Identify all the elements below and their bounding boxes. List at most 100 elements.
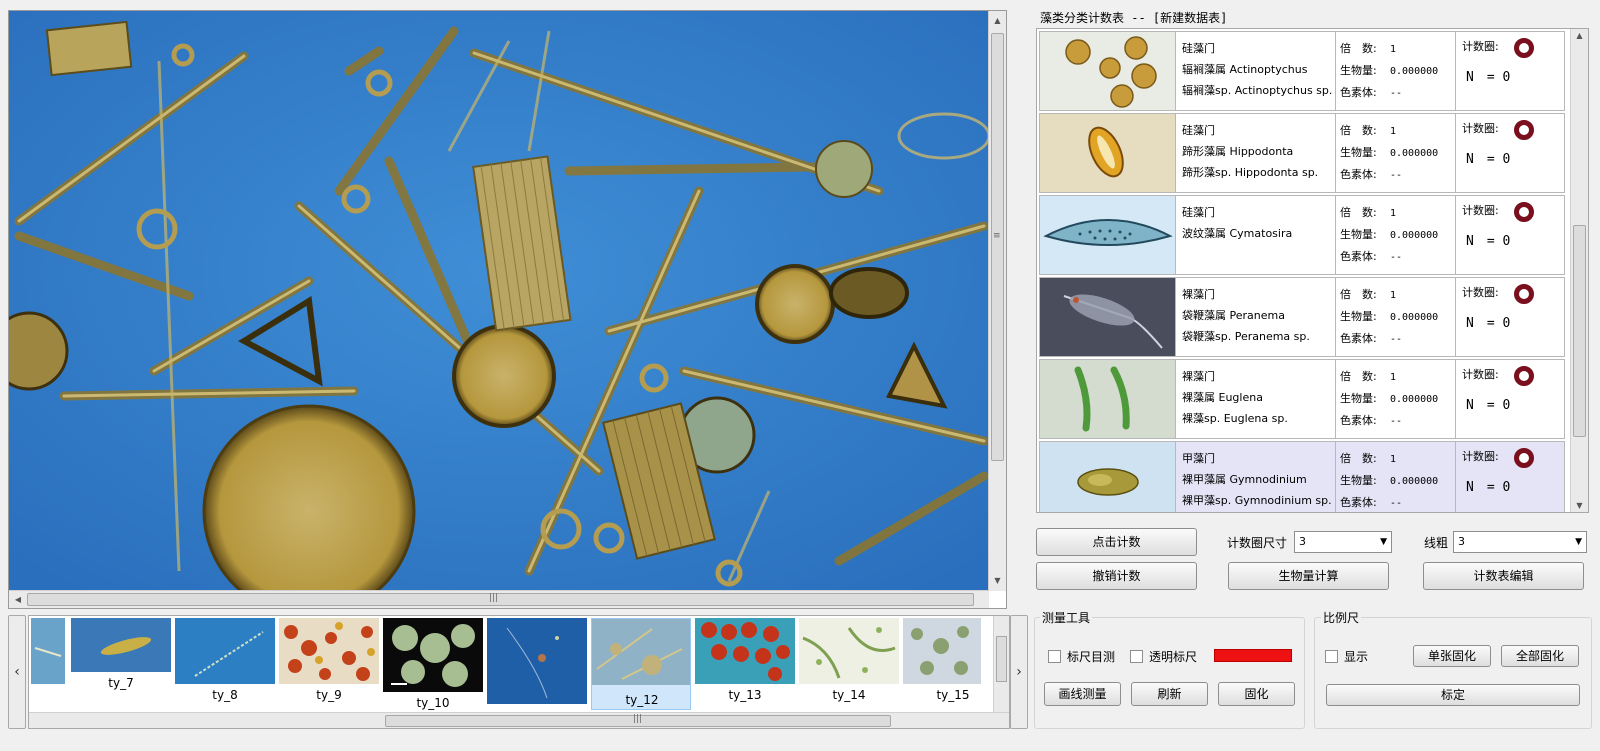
count-ring-icon[interactable] — [1514, 284, 1534, 304]
biomass-calc-button[interactable]: 生物量计算 — [1228, 562, 1389, 590]
factor-label: 倍 数: — [1340, 124, 1377, 137]
scale-bar-group — [1314, 617, 1592, 729]
ring-size-select[interactable]: 3 ▼ — [1294, 531, 1392, 553]
thumbnail-item[interactable] — [487, 618, 587, 710]
thumbnail-item[interactable]: ty_10 — [383, 618, 483, 710]
count-ring-label: 计数圈: — [1462, 204, 1499, 217]
scroll-left-icon[interactable]: ◀ — [11, 591, 25, 608]
viewer-vscroll-thumb[interactable] — [991, 33, 1004, 461]
thumbnail-label: ty_15 — [936, 688, 970, 702]
fix-button[interactable]: 固化 — [1218, 682, 1295, 706]
viewer-vertical-scrollbar[interactable]: ▲ ≡ ▼ — [988, 11, 1006, 591]
species-row[interactable]: 硅藻门 蹄形藻属 Hippodonta 蹄形藻sp. Hippodonta sp… — [1039, 113, 1565, 193]
click-count-button[interactable]: 点击计数 — [1036, 528, 1197, 556]
checkbox-icon — [1130, 650, 1143, 663]
count-table-edit-button[interactable]: 计数表编辑 — [1423, 562, 1584, 590]
biomass-value: 0.000000 — [1390, 230, 1439, 241]
phylum-label: 裸藻门 — [1182, 288, 1215, 301]
red-cells-thumb-icon — [279, 618, 379, 684]
gymnodinium-thumb-icon — [1040, 442, 1176, 512]
scroll-up-icon[interactable]: ▲ — [1571, 31, 1588, 40]
thumbnail-item[interactable]: ty_14 — [799, 618, 899, 710]
transparent-ruler-checkbox[interactable]: 透明标尺 — [1130, 648, 1197, 665]
genus-label: 蹄形藻属 Hippodonta — [1182, 145, 1294, 158]
checkbox-icon — [1325, 650, 1338, 663]
viewer-horizontal-scrollbar[interactable]: ◀ ||| — [9, 590, 989, 608]
strip-horizontal-scrollbar[interactable]: ||| — [29, 712, 1009, 728]
scroll-up-icon[interactable]: ▲ — [989, 13, 1006, 29]
thumbnail-item[interactable]: ty_7 — [71, 618, 171, 710]
scroll-down-icon[interactable]: ▼ — [1571, 501, 1588, 510]
show-scale-checkbox[interactable]: 显示 — [1325, 648, 1368, 665]
biomass-label: 生物量: — [1340, 146, 1377, 159]
thumbnail-item[interactable]: ty_13 — [695, 618, 795, 710]
count-n-value: N = 0 — [1466, 152, 1511, 167]
actinoptychus-thumb-icon — [1040, 32, 1176, 110]
fix-single-button[interactable]: 单张固化 — [1413, 645, 1491, 667]
species-row[interactable]: 硅藻门 波纹藻属 Cymatosira 倍 数: 1 生物量: 0.000000 色… — [1039, 195, 1565, 275]
count-n-value: N = 0 — [1466, 398, 1511, 413]
thumbnail-label: ty_8 — [212, 688, 238, 702]
thumbnail-item[interactable]: ty_9 — [279, 618, 379, 710]
line-width-select[interactable]: 3 ▼ — [1453, 531, 1587, 553]
count-ring-icon[interactable] — [1514, 120, 1534, 140]
viewer-hscroll-thumb[interactable] — [27, 593, 974, 606]
thumbnail-item-selected[interactable]: ty_12 — [591, 618, 691, 710]
species-count-list: 硅藻门 辐裥藻属 Actinoptychus 辐裥藻sp. Actinoptyc… — [1036, 28, 1589, 513]
strip-prev-button[interactable]: ‹ — [8, 615, 26, 729]
factor-value: 1 — [1390, 290, 1397, 301]
thumbnail-item[interactable] — [31, 618, 65, 710]
pigment-value: -- — [1390, 88, 1403, 99]
pigment-label: 色素体: — [1340, 414, 1377, 427]
count-n-value: N = 0 — [1466, 480, 1511, 495]
count-n-value: N = 0 — [1466, 234, 1511, 249]
count-ring-icon[interactable] — [1514, 202, 1534, 222]
thumbnail-list: ty_7 ty_8 ty_9 ty_10 ty_12 ty_13 ty_14 t… — [28, 615, 1010, 729]
strip-next-button[interactable]: › — [1010, 615, 1028, 729]
species-row[interactable]: 硅藻门 辐裥藻属 Actinoptychus 辐裥藻sp. Actinoptyc… — [1039, 31, 1565, 111]
species-label: 蹄形藻sp. Hippodonta sp. — [1182, 166, 1319, 179]
thumbnail-label: ty_12 — [625, 693, 659, 707]
species-row[interactable]: 裸藻门 裸藻属 Euglena 裸藻sp. Euglena sp. 倍 数: 1 … — [1039, 359, 1565, 439]
line-color-swatch[interactable] — [1214, 649, 1292, 662]
count-ring-icon[interactable] — [1514, 38, 1534, 58]
calibrate-button[interactable]: 标定 — [1326, 684, 1580, 706]
image-viewer[interactable]: ▲ ≡ ▼ ◀ ||| — [8, 10, 1007, 609]
thumbnail-label: ty_9 — [316, 688, 342, 702]
ruler-eyepiece-label: 标尺目测 — [1067, 650, 1116, 664]
factor-value: 1 — [1390, 44, 1397, 55]
strip-vertical-scrollbar[interactable] — [993, 616, 1009, 714]
biomass-value: 0.000000 — [1390, 148, 1439, 159]
strip-vscroll-thumb[interactable] — [996, 636, 1007, 682]
thumbnail-label: ty_7 — [108, 676, 134, 690]
thumbnail-item[interactable]: ty_8 — [175, 618, 275, 710]
filament-thumb-icon — [175, 618, 275, 684]
scroll-down-icon[interactable]: ▼ — [989, 573, 1006, 589]
count-table-title: 藻类分类计数表 -- [新建数据表] — [1040, 11, 1228, 25]
pigment-label: 色素体: — [1340, 496, 1377, 509]
count-ring-label: 计数圈: — [1462, 122, 1499, 135]
count-ring-icon[interactable] — [1514, 366, 1534, 386]
grip-icon: ≡ — [993, 231, 1001, 241]
dropdown-arrow-icon: ▼ — [1380, 537, 1387, 547]
biomass-value: 0.000000 — [1390, 66, 1439, 77]
fix-all-button[interactable]: 全部固化 — [1501, 645, 1579, 667]
list-vscroll-thumb[interactable] — [1573, 225, 1586, 437]
draw-line-measure-button[interactable]: 画线测量 — [1044, 682, 1121, 706]
chevron-right-icon: › — [1016, 664, 1022, 680]
mixed-thumb-icon — [592, 619, 692, 685]
phylum-label: 裸藻门 — [1182, 370, 1215, 383]
partial-thumb-icon — [31, 618, 65, 684]
ruler-eyepiece-checkbox[interactable]: 标尺目测 — [1048, 648, 1115, 665]
count-ring-icon[interactable] — [1514, 448, 1534, 468]
refresh-button[interactable]: 刷新 — [1131, 682, 1208, 706]
species-row-selected[interactable]: 甲藻门 裸甲藻属 Gymnodinium 裸甲藻sp. Gymnodinium … — [1039, 441, 1565, 512]
species-row[interactable]: 裸藻门 袋鞭藻属 Peranema 袋鞭藻sp. Peranema sp. 倍 … — [1039, 277, 1565, 357]
list-vertical-scrollbar[interactable]: ▲ ▼ — [1570, 29, 1588, 512]
thumbnail-item[interactable]: ty_15 — [903, 618, 981, 710]
biomass-label: 生物量: — [1340, 310, 1377, 323]
measure-tool-title: 测量工具 — [1040, 609, 1093, 626]
factor-value: 1 — [1390, 208, 1397, 219]
phylum-label: 硅藻门 — [1182, 206, 1215, 219]
undo-count-button[interactable]: 撤销计数 — [1036, 562, 1197, 590]
